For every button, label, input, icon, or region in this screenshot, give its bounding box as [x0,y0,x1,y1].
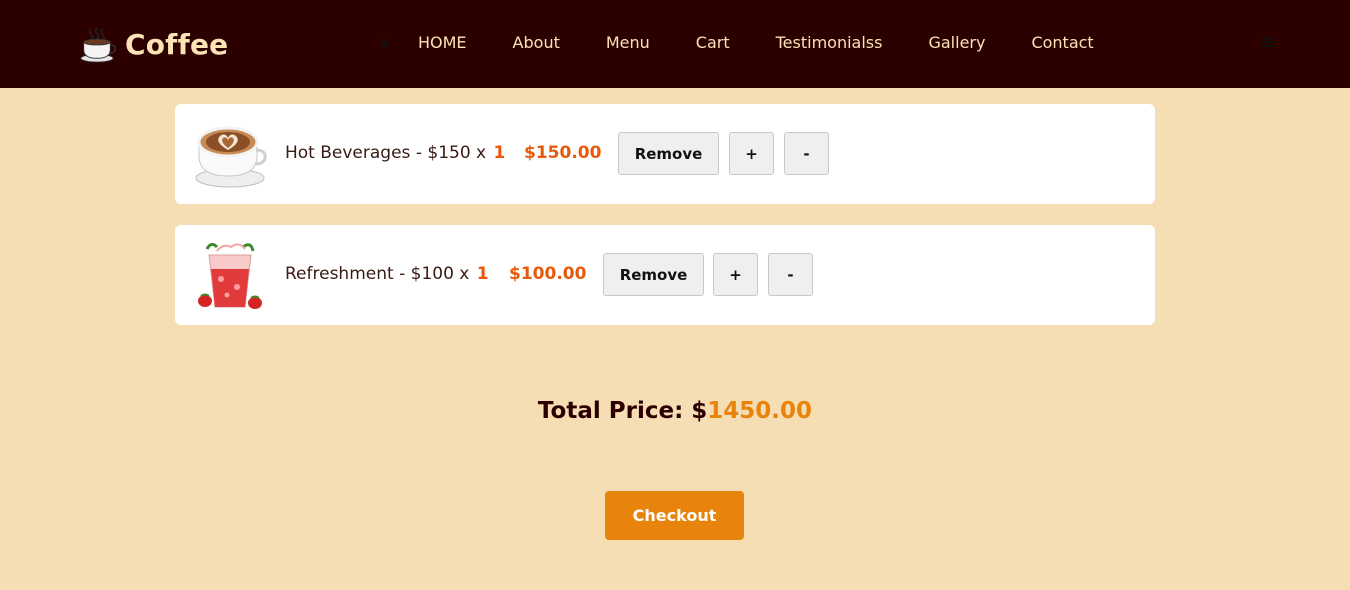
hamburger-icon[interactable] [1262,37,1274,47]
cart-item-unit-price: $100 [410,264,454,284]
increase-quantity-button[interactable]: + [729,132,774,175]
cart-item-quantity: 1 [493,143,506,163]
checkout-button[interactable]: Checkout [605,491,744,540]
nav-link-contact[interactable]: Contact [1031,33,1093,52]
nav-link-gallery[interactable]: Gallery [928,33,985,52]
brand-name: Coffee [125,27,229,61]
decrease-quantity-button[interactable]: - [768,253,813,296]
cart-item-unit-price: $150 [427,143,471,163]
nav-link-cart[interactable]: Cart [696,33,730,52]
nav-link-home[interactable]: HOME [418,33,467,52]
cart-item-description: Refreshment - $100 x 1 [285,264,489,284]
cart-item-line-total: $150.00 [524,143,602,163]
cart-item-description: Hot Beverages - $150 x 1 [285,143,506,163]
close-icon[interactable]: × [379,34,392,52]
strawberry-drink-icon [198,242,262,309]
cart-item-quantity: 1 [476,264,489,284]
cart-item-line-total: $100.00 [509,264,587,284]
main-nav: HOME About Menu Cart Testimonialss Galle… [418,33,1140,52]
latte-art-cup-icon [195,126,267,188]
nav-link-testimonials[interactable]: Testimonialss [776,33,883,52]
total-price-amount: 1450.00 [707,398,813,424]
cart-item-name: Refreshment [285,264,394,284]
decrease-quantity-button[interactable]: - [784,132,829,175]
total-price: Total Price: $1450.00 [0,398,1350,424]
nav-link-about[interactable]: About [513,33,560,52]
increase-quantity-button[interactable]: + [713,253,758,296]
cart-item-name: Hot Beverages [285,143,411,163]
cart-item: Hot Beverages - $150 x 1 $150.00 Remove … [175,104,1155,204]
remove-button[interactable]: Remove [618,132,719,175]
brand-logo[interactable]: Coffee [78,24,228,64]
remove-button[interactable]: Remove [603,253,704,296]
nav-link-menu[interactable]: Menu [606,33,650,52]
cart-item: Refreshment - $100 x 1 $100.00 Remove + … [175,225,1155,325]
total-price-label: Total Price: $ [537,398,708,424]
navbar: Coffee × HOME About Menu Cart Testimonia… [0,0,1350,88]
coffee-cup-icon [80,27,116,63]
